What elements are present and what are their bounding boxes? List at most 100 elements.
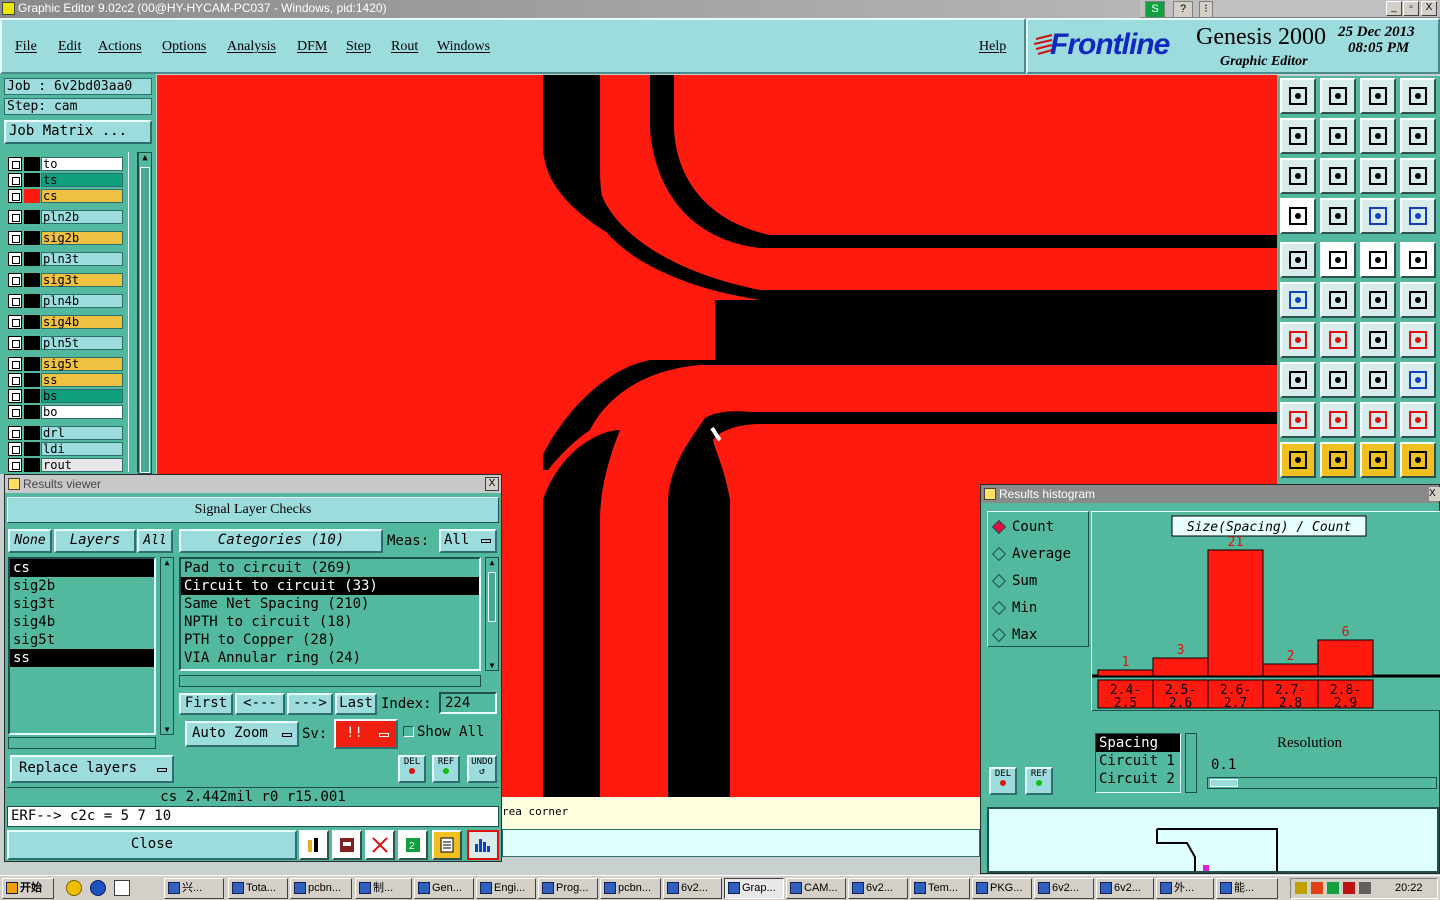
center-icon[interactable] <box>1320 158 1356 194</box>
close-button[interactable]: X <box>1421 1 1437 16</box>
taskbar-item[interactable]: 6v2... <box>1096 878 1154 899</box>
layer-row-sig5t[interactable]: sig5t <box>8 357 124 371</box>
snap-icon[interactable] <box>1400 118 1436 154</box>
quicklaunch-ie-icon[interactable] <box>90 880 106 896</box>
histogram-list-item[interactable]: Circuit 2 <box>1096 770 1180 788</box>
layer-checkbox[interactable] <box>8 157 22 171</box>
category-item[interactable]: Pad to circuit (269) <box>181 559 479 577</box>
slope-icon[interactable] <box>1320 322 1356 358</box>
layer-checkbox[interactable] <box>8 210 22 224</box>
taskbar-item[interactable]: Grap... <box>724 878 784 899</box>
layer-color-swatch[interactable] <box>24 315 40 329</box>
nodes-icon[interactable] <box>1280 282 1316 318</box>
bar-chart-icon[interactable] <box>299 830 329 860</box>
histogram-bar[interactable] <box>1207 549 1264 677</box>
notes-icon[interactable] <box>432 830 462 860</box>
menu-rout[interactable]: Rout <box>391 39 418 55</box>
meas-select[interactable]: All <box>439 529 497 553</box>
open-job-icon[interactable] <box>1280 78 1316 114</box>
show-all-checkbox[interactable] <box>403 726 414 737</box>
last-button[interactable]: Last <box>335 693 377 715</box>
layer-row-bo[interactable]: bo <box>8 405 124 419</box>
replace-layers-select[interactable]: Replace layers <box>10 755 174 783</box>
layer-checkbox[interactable] <box>8 173 22 187</box>
tray-icon-4[interactable] <box>1343 882 1355 894</box>
next-button[interactable]: ---> <box>287 693 333 715</box>
layer-name[interactable]: cs <box>41 189 123 203</box>
result-layer-item[interactable]: sig2b <box>10 577 154 595</box>
taskbar-item[interactable]: Gen... <box>414 878 474 899</box>
taskbar-item[interactable]: Tem... <box>910 878 970 899</box>
select-alt-icon[interactable] <box>1320 442 1356 478</box>
layer-checkbox[interactable] <box>8 252 22 266</box>
taskbar-item[interactable]: 能... <box>1216 878 1278 899</box>
point-icon[interactable] <box>1360 282 1396 318</box>
histogram-list-scrollbar[interactable] <box>1185 733 1197 793</box>
layer-name[interactable]: sig5t <box>41 357 123 371</box>
taskbar-item[interactable]: pcbn... <box>290 878 352 899</box>
layer-row-sig2b[interactable]: sig2b <box>8 231 124 245</box>
group-icon[interactable] <box>1400 362 1436 398</box>
layer-color-swatch[interactable] <box>24 210 40 224</box>
histogram-bar[interactable] <box>1262 663 1319 677</box>
menu-analysis[interactable]: Analysis <box>227 39 276 55</box>
home-icon[interactable] <box>1360 78 1396 114</box>
category-item[interactable]: Circuit to circuit (33) <box>181 577 479 595</box>
category-list[interactable]: Pad to circuit (269) Circuit to circuit (… <box>179 557 481 671</box>
mode-radio-sum[interactable]: Sum <box>991 572 1084 592</box>
layer-name[interactable]: pln2b <box>41 210 123 224</box>
layer-row-ts[interactable]: ts <box>8 173 124 187</box>
grid-icon[interactable] <box>1320 198 1356 234</box>
menu-edit[interactable]: Edit <box>58 39 81 55</box>
scroll-thumb[interactable] <box>488 572 496 622</box>
layer-row-pln2b[interactable]: pln2b <box>8 210 124 224</box>
category-item[interactable]: Same Net Spacing (210) <box>181 595 479 613</box>
a-icon[interactable] <box>1360 402 1396 438</box>
histogram-list-item[interactable]: Circuit 1 <box>1096 752 1180 770</box>
taskbar-item[interactable]: PKG... <box>972 878 1032 899</box>
taskbar-item[interactable]: 兴... <box>164 878 224 899</box>
s-tray-icon[interactable]: S <box>1145 1 1165 18</box>
scroll-up-arrow-icon[interactable]: ▲ <box>162 558 172 567</box>
ruler-icon[interactable] <box>1360 242 1396 278</box>
scroll-thumb[interactable] <box>140 167 150 473</box>
job-matrix-button[interactable]: Job Matrix ... <box>4 120 152 144</box>
layer-name[interactable]: ss <box>41 373 123 387</box>
severity-select[interactable]: !! <box>334 719 398 749</box>
layer-row-bs[interactable]: bs <box>8 389 124 403</box>
categories-button[interactable]: Categories (10) <box>179 529 383 553</box>
tray-icon-2[interactable] <box>1311 882 1323 894</box>
tray-icon-5[interactable] <box>1359 882 1371 894</box>
scroll-down-arrow-icon[interactable]: ▼ <box>162 725 172 734</box>
quicklaunch-clock-icon[interactable] <box>66 880 82 896</box>
menu-file[interactable]: File <box>15 39 37 55</box>
layer-name[interactable]: pln5t <box>41 336 123 350</box>
taskbar-item[interactable]: Tota... <box>228 878 288 899</box>
tray-icon-1[interactable] <box>1295 882 1307 894</box>
layer-name[interactable]: pln3t <box>41 252 123 266</box>
undo-button[interactable]: UNDO ↺ <box>467 755 497 783</box>
triangle-alt-icon[interactable] <box>1320 402 1356 438</box>
layer-color-swatch[interactable] <box>24 189 40 203</box>
taskbar-item[interactable]: 6v2... <box>848 878 908 899</box>
layer-color-swatch[interactable] <box>24 231 40 245</box>
layer-color-swatch[interactable] <box>24 373 40 387</box>
angle-icon[interactable] <box>1280 322 1316 358</box>
resolution-slider-thumb[interactable] <box>1210 779 1238 787</box>
histogram-icon[interactable] <box>467 830 499 860</box>
step-icon[interactable] <box>1360 118 1396 154</box>
mode-radio-count[interactable]: Count <box>991 518 1084 538</box>
taskbar-item[interactable]: Prog... <box>538 878 598 899</box>
result-layer-item[interactable]: sig5t <box>10 631 154 649</box>
layer-name[interactable]: sig3t <box>41 273 123 287</box>
save-job-icon[interactable] <box>1320 78 1356 114</box>
layer-row-pln3t[interactable]: pln3t <box>8 252 124 266</box>
select-icon[interactable] <box>1280 442 1316 478</box>
layer-color-swatch[interactable] <box>24 426 40 440</box>
index-input[interactable]: 224 <box>439 692 497 714</box>
scroll-up-arrow-icon[interactable]: ▲ <box>140 153 150 165</box>
resolution-slider[interactable] <box>1207 777 1437 789</box>
layer-name[interactable]: ldi <box>41 442 123 456</box>
layer-row-drl[interactable]: drl <box>8 426 124 440</box>
zoom-forward-icon[interactable] <box>1320 118 1356 154</box>
